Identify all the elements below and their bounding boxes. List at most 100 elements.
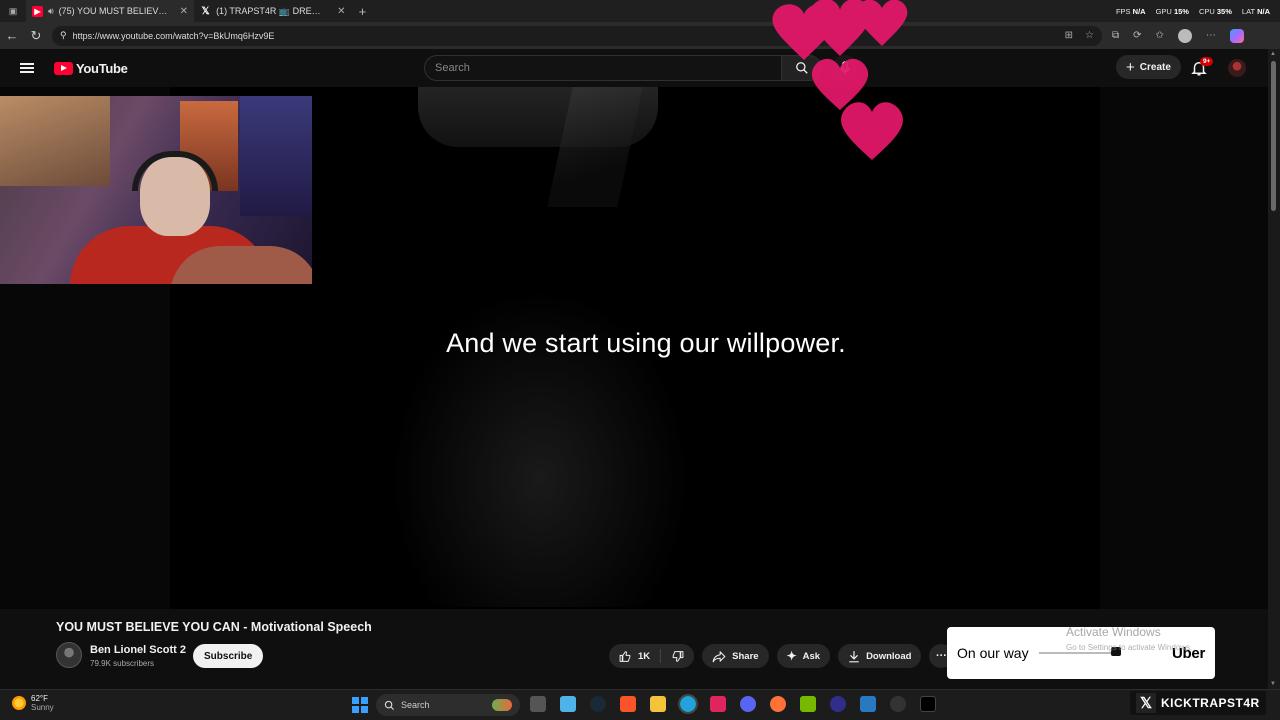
address-bar[interactable]: ⚲ https://www.youtube.com/watch?v=BkUmq6… — [52, 25, 1102, 46]
activate-windows-watermark: Activate Windows — [1066, 625, 1161, 639]
tab-title: (1) TRAPST4R 📺 DREAMHACK AT — [216, 5, 326, 16]
chrome-icon[interactable] — [890, 696, 906, 712]
subscriber-count: 79.9K subscribers — [90, 659, 155, 668]
taskbar-apps — [530, 694, 936, 714]
thumbs-up-icon — [619, 650, 631, 662]
tiktok-red-icon[interactable] — [710, 696, 726, 712]
microphone-icon — [840, 61, 850, 75]
subscribe-button[interactable]: Subscribe — [193, 644, 264, 668]
steam-icon[interactable] — [590, 696, 606, 712]
copilot-icon[interactable] — [1229, 28, 1244, 43]
route-line — [1038, 647, 1121, 656]
tab-x[interactable]: 𝕏 (1) TRAPST4R 📺 DREAMHACK AT ✕ — [194, 0, 351, 22]
tiktok-icon[interactable] — [920, 696, 936, 712]
youtube-play-icon — [54, 61, 73, 75]
channel-avatar[interactable] — [56, 642, 82, 668]
video-actions: 1K Share ✦ Ask Download ··· — [609, 644, 954, 668]
notification-badge: 9+ — [1200, 57, 1214, 66]
app-available-icon[interactable]: ⊞ — [1065, 30, 1073, 41]
browser-toolbar: ← ↻ ⚲ https://www.youtube.com/watch?v=Bk… — [0, 22, 1280, 49]
search-icon — [384, 700, 395, 710]
stream-handle: KICKTRAPST4R — [1161, 696, 1260, 710]
taskbar-search[interactable]: Search — [376, 694, 520, 716]
tab-youtube[interactable]: ▶ 🔊︎ (75) YOU MUST BELIEVE YO ✕ — [26, 0, 195, 22]
favorite-star-icon[interactable]: ☆ — [1085, 30, 1094, 41]
browser-tab-strip: ▣ ▶ 🔊︎ (75) YOU MUST BELIEVE YO ✕ 𝕏 (1) … — [0, 0, 1280, 22]
edge-icon[interactable] — [678, 694, 698, 714]
audio-icon[interactable]: 🔊︎ — [48, 6, 54, 17]
thumbs-down-icon — [672, 650, 684, 662]
stream-handle-overlay: 𝕏 KICKTRAPST4R — [1130, 691, 1266, 715]
create-button[interactable]: + Create — [1116, 55, 1181, 79]
page-scrollbar[interactable]: ▲ ▼ — [1268, 49, 1280, 689]
like-count: 1K — [638, 650, 651, 662]
tab-title: (75) YOU MUST BELIEVE YO — [58, 6, 169, 16]
channel-name[interactable]: Ben Lionel Scott 2 — [90, 644, 186, 656]
windows-taskbar: 62°F Sunny Search 𝕏 KICKTRAPST4R — [0, 689, 1280, 720]
collections-icon[interactable]: ✩ — [1156, 30, 1164, 41]
url-text: https://www.youtube.com/watch?v=BkUmq6Hz… — [72, 30, 275, 41]
latency-readout: LAT N/A — [1241, 6, 1270, 16]
firefox-icon[interactable] — [770, 696, 786, 712]
video-title: YOU MUST BELIEVE YOU CAN - Motivational … — [56, 620, 372, 634]
search-button[interactable] — [782, 55, 822, 81]
youtube-masthead: YouTube + Create 9+ — [0, 49, 1268, 87]
youtube-icon: ▶ — [32, 5, 43, 17]
brave-icon[interactable] — [620, 696, 636, 712]
share-icon — [712, 650, 726, 662]
reload-icon[interactable]: ↻ — [24, 22, 48, 49]
voice-search-button[interactable] — [832, 55, 858, 81]
video-info: YOU MUST BELIEVE YOU CAN - Motivational … — [0, 609, 1268, 689]
windows-start-icon[interactable] — [352, 697, 368, 713]
notepad-icon[interactable] — [560, 696, 576, 712]
search-icon — [795, 62, 808, 74]
download-icon — [849, 650, 859, 662]
back-icon[interactable]: ← — [0, 22, 24, 49]
scroll-up-icon[interactable]: ▲ — [1270, 51, 1276, 57]
video-caption: And we start using our willpower. — [446, 328, 846, 358]
obs-icon[interactable] — [830, 696, 846, 712]
plus-icon: + — [1126, 58, 1135, 76]
weather-widget[interactable]: 62°F Sunny — [12, 694, 54, 712]
sparkle-icon: ✦ — [786, 649, 797, 663]
extension-icon[interactable]: ⧉ — [1112, 30, 1119, 41]
refresh-extension-icon[interactable]: ⟳ — [1133, 30, 1141, 41]
youtube-logo[interactable]: YouTube — [54, 61, 128, 76]
discord-icon[interactable] — [740, 696, 756, 712]
profile-icon[interactable] — [1177, 28, 1192, 43]
task-view-icon[interactable] — [530, 696, 546, 712]
search-input[interactable] — [424, 55, 782, 81]
weather-condition: Sunny — [31, 703, 54, 712]
share-button[interactable]: Share — [702, 644, 769, 668]
dislike-button[interactable] — [661, 644, 694, 668]
tab-actions-icon[interactable]: ▣ — [0, 0, 26, 22]
site-info-icon[interactable]: ⚲ — [60, 30, 67, 41]
file-explorer-icon[interactable] — [650, 696, 666, 712]
scroll-down-icon[interactable]: ▼ — [1270, 681, 1276, 687]
performance-overlay: FPS N/A GPU 15% CPU 35% LAT N/A — [1116, 0, 1270, 22]
ask-button[interactable]: ✦ Ask — [776, 644, 831, 668]
more-menu-icon[interactable]: ⋯ — [1206, 30, 1216, 41]
activate-windows-subtitle: Go to Settings to activate Windows. — [1066, 643, 1193, 652]
ad-message: On our way — [957, 645, 1029, 661]
new-tab-button[interactable]: + — [351, 4, 373, 19]
x-icon: 𝕏 — [201, 5, 210, 17]
search-highlight-icon — [492, 699, 512, 711]
sun-icon — [12, 696, 26, 710]
menu-icon[interactable] — [0, 49, 54, 87]
fps-readout: FPS N/A — [1115, 6, 1146, 16]
download-button[interactable]: Download — [838, 644, 922, 668]
account-avatar[interactable] — [1228, 59, 1246, 77]
close-icon[interactable]: ✕ — [337, 6, 345, 17]
x-icon: 𝕏 — [1136, 693, 1156, 713]
close-icon[interactable]: ✕ — [180, 6, 188, 17]
temperature: 62°F — [31, 694, 48, 703]
cpu-readout: CPU 35% — [1198, 6, 1232, 16]
webcam-overlay — [0, 96, 312, 284]
app-icon[interactable] — [860, 696, 876, 712]
scrollbar-thumb[interactable] — [1271, 61, 1276, 211]
nvidia-icon[interactable] — [800, 696, 816, 712]
like-dislike-group: 1K — [609, 644, 695, 668]
like-button[interactable]: 1K — [609, 644, 660, 668]
gpu-readout: GPU 15% — [1155, 6, 1189, 16]
